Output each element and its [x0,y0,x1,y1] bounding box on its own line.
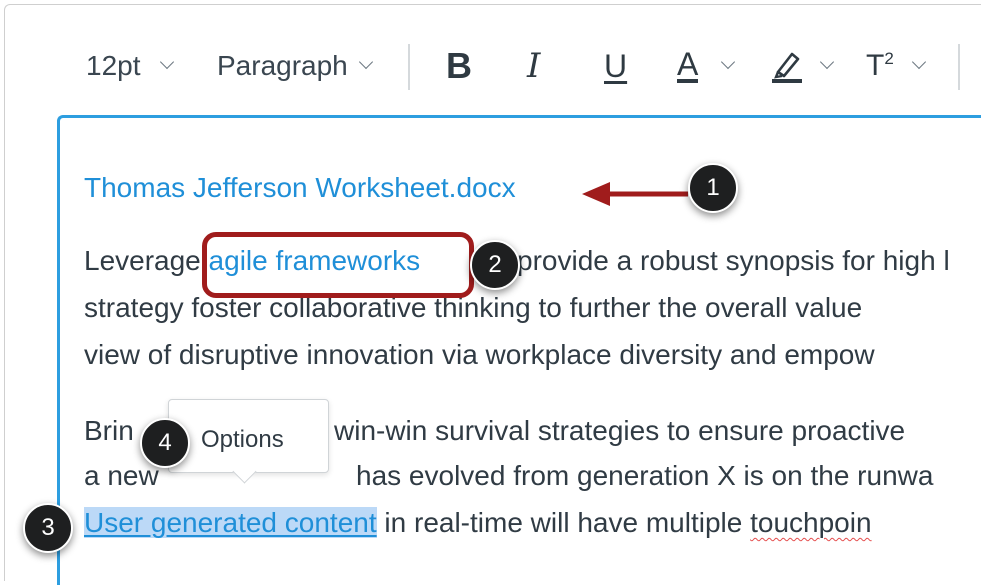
font-size-value: 12pt [86,50,141,81]
annotation-arrow [582,182,688,206]
selected-user-generated-content-link[interactable]: User generated content [84,507,377,538]
paragraph-2-line-2-start: a new [84,460,159,491]
chevron-down-icon [159,54,175,70]
highlight-color-button[interactable] [770,44,840,88]
superscript-icon: T2 [866,49,894,83]
link-highlight-box [202,232,474,298]
callout-3: 3 [23,503,73,553]
callout-1: 1 [688,163,738,213]
text-segment: Leverage [84,245,209,276]
toolbar-divider [408,44,410,90]
file-link[interactable]: Thomas Jefferson Worksheet.docx [84,172,516,204]
paragraph-2-line-1-start: Brin [84,415,134,446]
italic-icon: I [527,46,541,86]
paragraph-1-line-1-continued: provide a robust synopsis for high l [517,245,950,276]
italic-button[interactable]: I [527,44,557,88]
paragraph-2-line-3: User generated content in real-time will… [84,507,872,539]
text-segment: in real-time will have multiple [376,507,751,538]
chevron-down-icon [819,54,835,70]
block-format-value: Paragraph [217,50,348,81]
toolbar: 12pt Paragraph B I U A T2 [0,0,981,110]
bold-icon: B [446,45,472,86]
bold-button[interactable]: B [446,44,486,88]
superscript-exponent: 2 [884,49,894,68]
paragraph-2-line-2: has evolved from generation X is on the … [356,460,934,491]
callout-2: 2 [470,240,520,290]
superscript-dropdown[interactable]: T2 [866,44,936,88]
paragraph-2-line-1: win-win survival strategies to ensure pr… [334,415,906,446]
misspelled-word[interactable]: touchpoin [750,507,871,538]
superscript-base: T [866,49,885,82]
options-button[interactable]: Options [201,426,284,454]
underline-icon: U [604,47,628,84]
options-popover: Options [168,399,329,484]
chevron-down-icon [720,54,736,70]
font-size-dropdown[interactable]: 12pt [86,44,186,88]
paragraph-1-line-2: strategy foster collaborative thinking t… [84,292,863,323]
callout-4: 4 [140,418,190,468]
paragraph-dropdown[interactable]: Paragraph [217,44,387,88]
text-color-button[interactable]: A [677,44,747,88]
chevron-down-icon [358,54,374,70]
toolbar-divider [958,44,960,90]
chevron-down-icon [911,54,927,70]
text-color-icon: A [677,46,699,83]
highlighter-icon [772,52,802,83]
underline-button[interactable]: U [604,44,634,88]
paragraph-1-line-3: view of disruptive innovation via workpl… [84,339,875,370]
